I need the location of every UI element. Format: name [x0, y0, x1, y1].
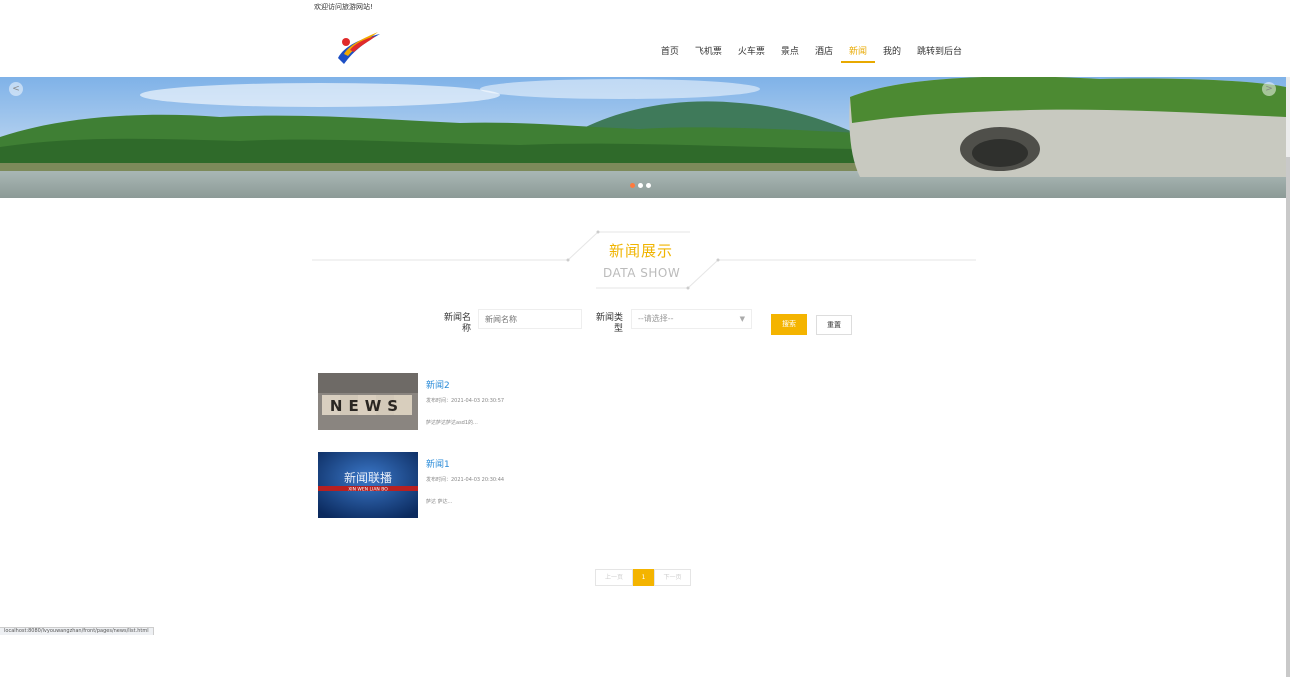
welcome-text: 欢迎访问旅游网站! — [314, 3, 373, 11]
reset-button[interactable]: 重置 — [816, 315, 852, 335]
prev-page-button[interactable]: 上一页 — [595, 569, 633, 586]
carousel-prev-arrow[interactable]: < — [9, 82, 23, 96]
nav-item-trains[interactable]: 火车票 — [730, 46, 773, 63]
page-button-current[interactable]: 1 — [633, 569, 654, 586]
nav-item-hotels[interactable]: 酒店 — [807, 46, 841, 63]
nav-item-flights[interactable]: 飞机票 — [687, 46, 730, 63]
news-name-label: 新闻名 称 — [440, 313, 471, 335]
news-name-label-line2: 称 — [461, 324, 471, 334]
news-name-input[interactable] — [478, 309, 582, 329]
carousel-dot-2[interactable] — [638, 183, 643, 188]
nav-item-news[interactable]: 新闻 — [840, 46, 875, 63]
search-button[interactable]: 搜索 — [771, 314, 807, 335]
pagination: 上一页 1 下一页 — [595, 569, 691, 586]
nav-item-mine[interactable]: 我的 — [875, 46, 909, 63]
news-thumb-title-zh: 新闻联播 — [344, 470, 392, 485]
news-thumb-text: NEWS — [330, 397, 404, 415]
news-name-label-line1: 新闻名 — [443, 313, 471, 323]
news-type-select-value: --请选择-- — [638, 314, 674, 323]
news-title[interactable]: 新闻1 — [426, 457, 450, 470]
section-title: 新闻展示 — [609, 242, 674, 260]
main-nav: 首页 飞机票 火车票 景点 酒店 新闻 我的 跳转到后台 — [653, 46, 970, 63]
nav-item-admin[interactable]: 跳转到后台 — [909, 46, 970, 63]
news-thumbnail[interactable]: NEWS — [318, 373, 418, 430]
nav-item-home[interactable]: 首页 — [653, 46, 687, 63]
news-type-label-line2: 型 — [613, 324, 623, 334]
next-page-button[interactable]: 下一页 — [654, 569, 691, 586]
banner-landscape-image — [0, 77, 1286, 198]
news-list-item[interactable]: NEWS 新闻2 发布时间：2021-04-03 20:30:57 萨达萨达萨达… — [318, 373, 718, 443]
scrollbar-thumb[interactable] — [1286, 157, 1290, 677]
news-time: 发布时间：2021-04-03 20:30:57 — [426, 398, 505, 404]
news-list-item[interactable]: 新闻联播 XIN WEN LIAN BO 新闻1 发布时间：2021-04-03… — [318, 452, 718, 522]
nav-item-attractions[interactable]: 景点 — [773, 46, 807, 63]
page-scrollbar[interactable] — [1286, 77, 1290, 677]
news-thumb-title-en: XIN WEN LIAN BO — [348, 487, 388, 493]
news-time: 发布时间：2021-04-03 20:30:44 — [426, 477, 505, 483]
carousel-next-arrow[interactable]: > — [1262, 82, 1276, 96]
news-title[interactable]: 新闻2 — [426, 378, 450, 391]
news-thumbnail[interactable]: 新闻联播 XIN WEN LIAN BO — [318, 452, 418, 518]
carousel-dot-3[interactable] — [646, 183, 651, 188]
news-type-select[interactable]: --请选择-- ▼ — [631, 309, 752, 329]
banner-carousel[interactable] — [0, 77, 1286, 198]
news-desc: 萨达 萨达... — [426, 499, 453, 505]
section-subtitle: DATA SHOW — [603, 266, 681, 280]
chevron-down-icon: ▼ — [739, 315, 745, 323]
news-type-label-line1: 新闻类 — [595, 313, 623, 323]
carousel-dots — [630, 183, 651, 188]
news-desc: 萨达萨达萨达asd1的... — [426, 420, 478, 426]
news-type-label: 新闻类 型 — [592, 313, 623, 335]
site-logo[interactable] — [334, 28, 384, 68]
carousel-dot-1[interactable] — [630, 183, 635, 188]
header: 首页 飞机票 火车票 景点 酒店 新闻 我的 跳转到后台 — [314, 16, 976, 76]
